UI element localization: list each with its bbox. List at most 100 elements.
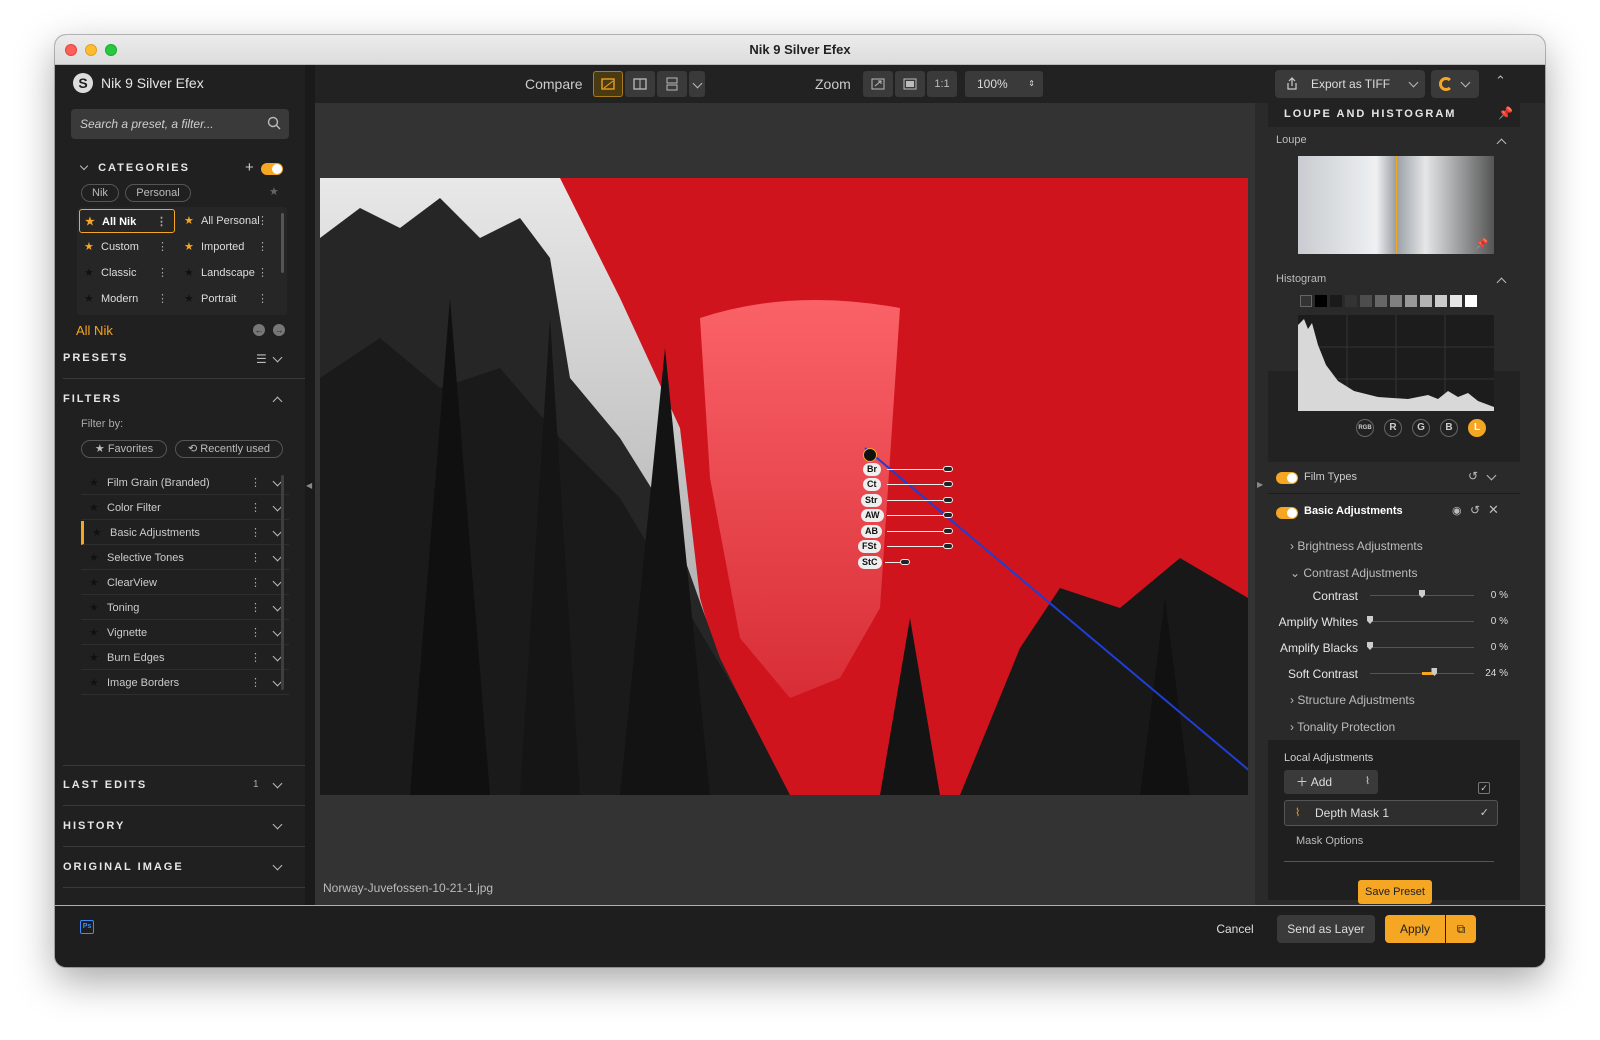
control-slider-handle[interactable] — [943, 543, 953, 549]
zone-swatch[interactable] — [1345, 295, 1357, 307]
chevron-down-icon[interactable] — [272, 352, 283, 363]
zone-swatch[interactable] — [1390, 295, 1402, 307]
structure-adjustments-toggle[interactable]: › Structure Adjustments — [1290, 693, 1415, 707]
zoom-level-select[interactable]: 100% ⇕ — [965, 71, 1043, 97]
compare-options-button[interactable] — [689, 71, 705, 97]
more-icon[interactable]: ⋮ — [157, 235, 168, 259]
list-view-icon[interactable]: ☰ — [256, 352, 267, 366]
zone-swatch[interactable] — [1450, 295, 1462, 307]
control-slider-handle[interactable] — [900, 559, 910, 565]
favorites-filter-button[interactable]: ★ Favorites — [81, 440, 167, 458]
reset-icon[interactable]: ↺ — [1470, 503, 1480, 517]
filter-clearview[interactable]: ★ ClearView ⋮ — [81, 571, 289, 595]
chevron-up-icon[interactable] — [272, 396, 283, 407]
more-icon[interactable]: ⋮ — [257, 261, 268, 285]
photo-preview[interactable] — [320, 178, 1248, 795]
apply-options-button[interactable]: ⧉ — [1446, 915, 1476, 943]
zone-swatch[interactable] — [1465, 295, 1477, 307]
zone-swatch[interactable] — [1360, 295, 1372, 307]
eye-icon[interactable]: ◉ — [1452, 504, 1462, 517]
original-image-header[interactable]: ORIGINAL IMAGE — [63, 861, 184, 873]
control-point-aw[interactable]: AW — [861, 509, 884, 522]
arrow-right-icon[interactable]: → — [273, 324, 285, 336]
channel-l-button[interactable]: L — [1468, 419, 1486, 437]
channel-g-button[interactable]: G — [1412, 419, 1430, 437]
category-modern[interactable]: ★ Modern ⋮ — [79, 287, 175, 311]
send-as-layer-button[interactable]: Send as Layer — [1277, 915, 1375, 943]
add-local-adjustment-button[interactable]: ＋ Add ⌇ — [1284, 770, 1378, 794]
filters-header[interactable]: FILTERS — [63, 393, 122, 405]
preset-search-input[interactable]: Search a preset, a filter... — [71, 109, 289, 139]
zone-swatch[interactable] — [1435, 295, 1447, 307]
collapse-right-icon[interactable]: ▶ — [1257, 480, 1263, 489]
export-button[interactable]: Export as TIFF — [1275, 70, 1415, 98]
sync-button[interactable] — [1431, 70, 1479, 98]
control-point-br[interactable]: Br — [863, 463, 882, 476]
category-scrollbar[interactable] — [281, 213, 284, 273]
export-options-button[interactable] — [1403, 70, 1425, 98]
contrast-adjustments-toggle[interactable]: ⌄ Contrast Adjustments — [1290, 566, 1417, 580]
zoom-1to1-button[interactable]: 1:1 — [927, 71, 957, 97]
filter-burn-edges[interactable]: ★ Burn Edges ⋮ — [81, 646, 289, 670]
mask-options-slider[interactable] — [1284, 861, 1494, 862]
category-all-nik[interactable]: ★ All Nik ⋮ — [79, 209, 175, 233]
apply-button[interactable]: Apply — [1385, 915, 1445, 943]
tab-nik[interactable]: Nik — [81, 184, 119, 202]
category-custom[interactable]: ★ Custom ⋮ — [79, 235, 175, 259]
reset-icon[interactable]: ↺ — [1468, 469, 1478, 483]
zone-checkbox[interactable] — [1300, 295, 1312, 307]
collapse-panel-icon[interactable]: ⌃ — [1495, 73, 1506, 89]
last-edits-header[interactable]: LAST EDITS — [63, 779, 147, 791]
recently-used-filter-button[interactable]: ⟲ Recently used — [175, 440, 283, 458]
channel-r-button[interactable]: R — [1384, 419, 1402, 437]
category-landscape[interactable]: ★ Landscape ⋮ — [179, 261, 275, 285]
zoom-fill-button[interactable] — [895, 71, 925, 97]
basic-adjustments-toggle[interactable] — [1276, 507, 1298, 519]
zone-swatch[interactable] — [1420, 295, 1432, 307]
filter-color-filter[interactable]: ★ Color Filter ⋮ — [81, 496, 289, 520]
control-slider-handle[interactable] — [943, 466, 953, 472]
category-imported[interactable]: ★ Imported ⋮ — [179, 235, 275, 259]
more-icon[interactable]: ⋮ — [250, 571, 261, 595]
brightness-adjustments-toggle[interactable]: › Brightness Adjustments — [1290, 539, 1423, 553]
category-classic[interactable]: ★ Classic ⋮ — [79, 261, 175, 285]
film-types-toggle[interactable] — [1276, 472, 1298, 484]
close-icon[interactable]: ✕ — [1488, 502, 1499, 518]
zone-swatch[interactable] — [1330, 295, 1342, 307]
amplify-whites-slider[interactable] — [1370, 621, 1474, 622]
cancel-button[interactable]: Cancel — [1205, 915, 1265, 943]
compare-split-button[interactable] — [625, 71, 655, 97]
film-types-row[interactable]: Film Types ↺ — [1268, 462, 1520, 494]
zone-swatch[interactable] — [1315, 295, 1327, 307]
arrow-left-icon[interactable]: ← — [253, 324, 265, 336]
more-icon[interactable]: ⋮ — [250, 646, 261, 670]
control-slider-handle[interactable] — [943, 528, 953, 534]
compare-side-button[interactable] — [657, 71, 687, 97]
more-icon[interactable]: ⋮ — [257, 209, 268, 233]
more-icon[interactable]: ⋮ — [156, 210, 167, 234]
filter-image-borders[interactable]: ★ Image Borders ⋮ — [81, 671, 289, 695]
filter-toning[interactable]: ★ Toning ⋮ — [81, 596, 289, 620]
more-icon[interactable]: ⋮ — [250, 671, 261, 695]
control-slider-handle[interactable] — [943, 497, 953, 503]
categories-header[interactable]: CATEGORIES — [79, 161, 190, 174]
control-point-ab[interactable]: AB — [861, 525, 882, 538]
more-icon[interactable]: ⋮ — [250, 521, 261, 545]
more-icon[interactable]: ⋮ — [257, 287, 268, 311]
control-slider-handle[interactable] — [943, 512, 953, 518]
contrast-slider-handle[interactable] — [1419, 590, 1425, 598]
control-point-str[interactable]: Str — [861, 494, 882, 507]
save-preset-button[interactable]: Save Preset — [1358, 880, 1432, 904]
pin-icon[interactable]: 📌 — [1476, 239, 1488, 250]
chevron-down-icon[interactable] — [272, 778, 283, 789]
filters-scrollbar[interactable] — [281, 475, 284, 690]
zone-swatch[interactable] — [1375, 295, 1387, 307]
more-icon[interactable]: ⋮ — [157, 261, 168, 285]
more-icon[interactable]: ⋮ — [257, 235, 268, 259]
category-all-personal[interactable]: ★ All Personal ⋮ — [179, 209, 275, 233]
zoom-fit-button[interactable] — [863, 71, 893, 97]
collapse-left-icon[interactable]: ◀ — [306, 481, 312, 490]
control-point-stc[interactable]: StC — [858, 556, 882, 569]
more-icon[interactable]: ⋮ — [250, 596, 261, 620]
history-header[interactable]: HISTORY — [63, 820, 125, 832]
